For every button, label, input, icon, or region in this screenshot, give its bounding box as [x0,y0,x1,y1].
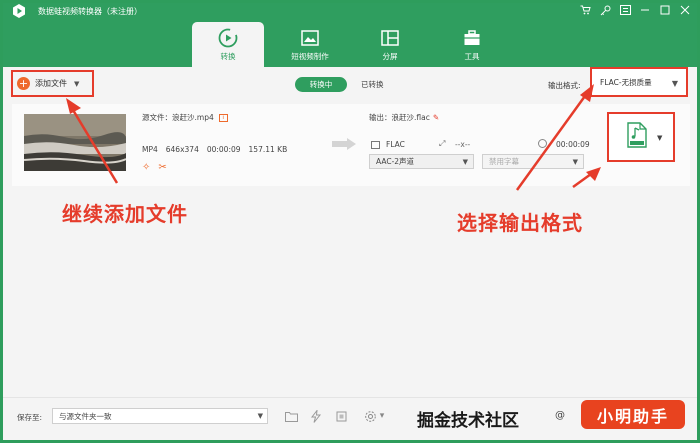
close-icon[interactable] [678,3,692,17]
output-resolution: --x-- [455,140,471,149]
save-to-label: 保存至: [17,413,43,422]
output-format-label: 输出格式: [548,81,581,90]
resolution-icon: ⤢ [439,139,446,148]
tab-tools[interactable]: 工具 [436,22,508,67]
folder-icon[interactable] [283,408,299,424]
short-video-icon [301,30,319,46]
plus-icon: + [17,77,30,90]
source-file-name: 源文件：浪赶沙.mp4 i [142,112,228,123]
tab-convert-label: 转换 [220,52,236,61]
edit-pen-icon[interactable]: ✎ [433,113,439,122]
app-title: 数据蛙视频转换器（未注册） [38,7,142,16]
output-format-select[interactable]: FLAC-无损质量 ▼ [590,67,688,97]
watermark-at: @ [555,410,565,421]
source-duration: 00:00:09 [206,145,241,154]
save-to-select[interactable]: 与源文件夹一致 ▼ [52,408,268,424]
chevron-down-icon[interactable]: ▼ [74,80,79,88]
minimize-icon[interactable] [638,3,652,17]
clock-icon [538,139,547,148]
annotation-continue-add: 继续添加文件 [62,202,188,226]
add-file-button[interactable]: + 添加文件 ▼ [11,70,94,97]
split-screen-icon [381,30,399,46]
add-file-label: 添加文件 [35,79,67,88]
scissors-icon[interactable]: ✂ [158,162,166,173]
magic-wand-icon[interactable]: ✧ [142,162,150,173]
source-resolution: 646x374 [165,145,199,154]
tab-converted[interactable]: 已转换 [361,79,384,90]
file-row[interactable]: 源文件：浪赶沙.mp4 i MP4 646x374 00:00:09 157.11… [12,104,690,186]
toolbox-icon [464,30,480,45]
source-meta: MP4 646x374 00:00:09 157.11 KB [142,145,287,154]
output-file-name: 输出：浪赶沙.flac ✎ [369,113,440,122]
tab-tools-label: 工具 [464,52,480,61]
title-bar: 数据蛙视频转换器（未注册） [0,0,700,22]
chevron-down-icon[interactable]: ▾ [377,408,387,424]
output-format-info: FLAC [371,140,405,149]
tab-converting[interactable]: 转换中 [295,77,347,92]
info-icon[interactable]: i [218,114,228,122]
gpu-icon[interactable] [333,408,349,424]
format-icon [371,140,380,149]
tab-short-video[interactable]: 短视频制作 [274,22,346,67]
format-picker-button[interactable]: ▼ [607,112,675,162]
cart-icon[interactable] [578,3,592,17]
edit-tools: ✧ ✂ [142,162,167,173]
audio-channel-select[interactable]: AAC-2声道 ▼ [369,154,474,169]
window-controls [578,3,692,17]
maximize-icon[interactable] [658,3,672,17]
settings-gear-icon[interactable] [362,408,378,424]
main-nav: 转换 短视频制作 分屏 工具 [0,22,700,67]
annotation-choose-format: 选择输出格式 [457,211,583,235]
tab-convert[interactable]: 转换 [192,22,264,67]
chevron-down-icon: ▼ [462,158,468,166]
tab-split-screen[interactable]: 分屏 [354,22,426,67]
output-format-value: FLAC-无损质量 [600,77,652,87]
bottom-bar: 保存至: 与源文件夹一致 ▼ ▾ 掘金技术社区 @ 小明助手 [0,397,700,443]
output-duration: 00:00:09 [556,140,590,149]
arrow-right-icon [332,138,356,150]
app-window: 数据蛙视频转换器（未注册） 转换 短视频制作 分屏 工具 + 添加文件 ▼ 转换… [0,0,700,443]
video-thumbnail [24,114,126,171]
chevron-down-icon: ▼ [657,134,663,142]
flac-file-icon [627,122,647,148]
key-icon[interactable] [598,3,612,17]
watermark-text: 掘金技术社区 [417,411,519,431]
convert-icon [218,28,238,48]
source-size: 157.11 KB [248,145,288,154]
subtitle-select[interactable]: 禁用字幕 ▼ [482,154,584,169]
menu-icon[interactable] [618,3,632,17]
app-logo-icon [13,4,25,18]
hardware-accel-icon[interactable] [308,408,324,424]
author-badge: 小明助手 [581,400,685,429]
tab-short-video-label: 短视频制作 [291,52,329,61]
tab-split-screen-label: 分屏 [382,52,398,61]
chevron-down-icon: ▼ [257,412,263,420]
toolbar: + 添加文件 ▼ 转换中 已转换 输出格式: FLAC-无损质量 ▼ [0,67,700,100]
chevron-down-icon: ▼ [572,158,578,166]
status-switch: 转换中 已转换 [295,77,384,92]
source-format: MP4 [142,145,158,154]
chevron-down-icon: ▼ [671,79,678,88]
